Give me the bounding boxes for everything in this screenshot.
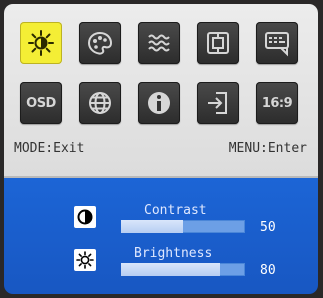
contrast-slider[interactable]: [121, 220, 245, 233]
brightness-label: Brightness: [134, 246, 213, 261]
brightness-slider[interactable]: [121, 263, 245, 276]
information-icon[interactable]: [138, 82, 180, 124]
menu-enter-hint: MENU:Enter: [228, 141, 307, 156]
aspect-ratio-label: 16:9: [261, 95, 293, 111]
globe-icon[interactable]: [79, 82, 121, 124]
brightness-icon: [74, 249, 96, 271]
input-select-icon[interactable]: [197, 82, 239, 124]
mode-exit-hint: MODE:Exit: [14, 141, 85, 156]
brightness-value: 80: [260, 263, 276, 278]
color-temp-icon[interactable]: [138, 22, 180, 64]
osd-menu: OSD 16:9 MODE:Exit MENU:Enter Contrast 5…: [4, 4, 318, 294]
language-icon[interactable]: [256, 22, 298, 64]
osd-setup-icon[interactable]: OSD: [20, 82, 62, 124]
contrast-label: Contrast: [144, 203, 207, 218]
contrast-slider-fill: [121, 220, 183, 233]
image-setup-icon[interactable]: [79, 22, 121, 64]
osd-setup-label: OSD: [26, 95, 56, 111]
main-menu-panel: OSD 16:9 MODE:Exit MENU:Enter: [4, 4, 318, 178]
adjustment-panel: Contrast 50 Brightness 80: [4, 178, 318, 294]
contrast-value: 50: [260, 220, 276, 235]
contrast-icon: [74, 206, 96, 228]
luminance-icon[interactable]: [20, 22, 62, 64]
aspect-ratio-icon[interactable]: 16:9: [256, 82, 298, 124]
image-position-icon[interactable]: [197, 22, 239, 64]
brightness-slider-fill: [121, 263, 221, 276]
